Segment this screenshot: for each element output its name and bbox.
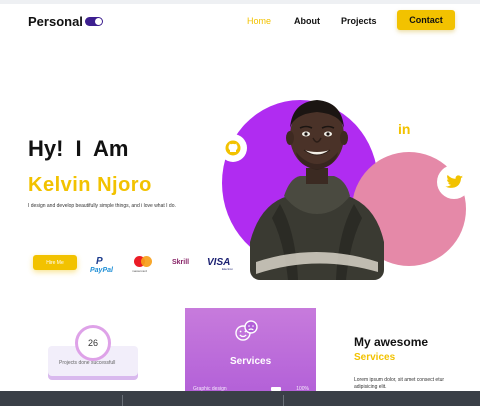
awesome-subtitle: Services <box>354 352 396 363</box>
os-taskbar <box>0 391 480 406</box>
paypal-wordmark: PayPal <box>90 267 113 274</box>
skrill-logo: Skrill <box>172 259 190 266</box>
twitter-icon <box>445 174 463 188</box>
profile-photo <box>250 92 384 280</box>
taskbar-separator <box>283 395 284 406</box>
services-card-title: Services <box>230 356 272 367</box>
projects-label: Projects done successfull <box>59 360 116 366</box>
nav-projects-link[interactable]: Projects <box>341 16 377 26</box>
hero-name: Kelvin Njoro <box>28 174 152 196</box>
awesome-text: Lorem ipsum dolor, sit amet consect etur… <box>354 377 445 390</box>
site-logo[interactable]: Personal <box>28 14 83 29</box>
paypal-mark: P <box>96 256 103 267</box>
projects-count-ring: 26 <box>75 325 111 361</box>
github-button[interactable] <box>219 134 247 162</box>
nav-home-link[interactable]: Home <box>247 16 271 26</box>
emoji-icon <box>234 320 258 347</box>
mastercard-logo: mastercard <box>132 255 156 277</box>
awesome-title: My awesome <box>354 335 429 349</box>
hire-me-button[interactable]: Hire Me <box>33 255 77 270</box>
paypal-text: PayPal <box>90 267 113 274</box>
mastercard-text: mastercard <box>132 269 148 273</box>
theme-toggle[interactable] <box>85 17 103 26</box>
linkedin-icon[interactable]: in <box>398 121 410 137</box>
visa-logo: VISA Electron <box>207 257 233 271</box>
nav-about-link[interactable]: About <box>294 16 320 26</box>
browser-top-strip <box>0 0 480 4</box>
paypal-logo: P PayPal <box>90 256 113 278</box>
twitter-button[interactable] <box>437 165 471 199</box>
hero-greeting: Hy! I Am <box>28 136 129 161</box>
hero-tagline: I design and develop beautifully simple … <box>28 203 176 209</box>
contact-button[interactable]: Contact <box>397 10 455 30</box>
taskbar-separator <box>122 395 123 406</box>
profile-illustration <box>250 100 384 280</box>
toggle-knob <box>95 18 102 25</box>
emoji-faces <box>235 320 258 341</box>
mastercard-orange-circle <box>141 256 152 267</box>
projects-count: 26 <box>87 338 98 348</box>
github-icon <box>225 140 241 156</box>
page: Personal Home About Projects Contact Hy!… <box>0 0 480 406</box>
